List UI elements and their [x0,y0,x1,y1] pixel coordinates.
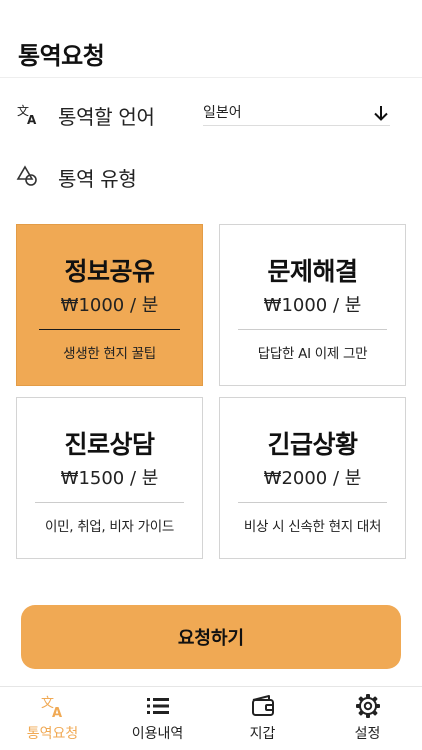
app-header: 통역요청 [0,0,422,78]
language-select[interactable]: 일본어 [203,98,390,126]
card-divider [35,502,184,503]
svg-text:A: A [52,706,62,719]
card-title: 정보공유 [64,257,155,286]
language-select-value: 일본어 [203,105,242,121]
card-description: 답답한 AI 이제 그만 [257,346,368,362]
translate-icon: 文 A [17,103,37,126]
card-career-counseling[interactable]: 진로상담 ₩1500 / 분 이민, 취업, 비자 가이드 [16,397,203,559]
nav-item-history[interactable]: 이용내역 [105,687,210,750]
bottom-nav: 文 A 통역요청 이용내역 지갑 설정 [0,686,422,750]
nav-item-interpretation-request[interactable]: 文 A 통역요청 [0,687,105,750]
card-price: ₩1500 / 분 [60,468,159,489]
card-title: 진로상담 [64,430,155,459]
card-divider [238,329,387,330]
request-button[interactable]: 요청하기 [21,605,401,669]
card-description: 이민, 취업, 비자 가이드 [44,519,175,535]
card-title: 긴급상황 [267,430,358,459]
card-emergency[interactable]: 긴급상황 ₩2000 / 분 비상 시 신속한 현지 대처 [219,397,406,559]
arrow-down-icon [374,106,388,121]
card-title: 문제해결 [267,257,358,286]
interpretation-type-cards: 정보공유 ₩1000 / 분 생생한 현지 꿀팁 문제해결 ₩1000 / 분 … [16,224,406,560]
nav-label: 이용내역 [131,726,184,742]
card-price: ₩1000 / 분 [263,295,362,316]
nav-label: 통역요청 [26,726,79,742]
page-title: 통역요청 [18,42,105,70]
card-divider [39,329,180,330]
translate-icon: 文 A [41,696,62,719]
language-label: 통역할 언어 [58,105,155,129]
card-price: ₩2000 / 분 [263,468,362,489]
card-problem-solving[interactable]: 문제해결 ₩1000 / 분 답답한 AI 이제 그만 [219,224,406,386]
card-info-sharing[interactable]: 정보공유 ₩1000 / 분 생생한 현지 꿀팁 [16,224,203,386]
gear-icon [356,694,380,718]
nav-label: 지갑 [249,726,276,742]
shapes-icon [16,165,37,186]
list-icon [147,698,169,714]
type-row: 통역 유형 [0,154,422,198]
language-row: 文 A 통역할 언어 일본어 [0,92,422,136]
svg-text:A: A [27,113,37,126]
wallet-icon [252,695,274,716]
card-description: 생생한 현지 꿀팁 [63,346,156,362]
card-divider [238,502,387,503]
type-label: 통역 유형 [58,167,137,191]
nav-label: 설정 [354,726,381,742]
card-price: ₩1000 / 분 [60,295,159,316]
card-description: 비상 시 신속한 현지 대처 [243,519,382,535]
nav-item-wallet[interactable]: 지갑 [210,687,315,750]
nav-item-settings[interactable]: 설정 [315,687,420,750]
